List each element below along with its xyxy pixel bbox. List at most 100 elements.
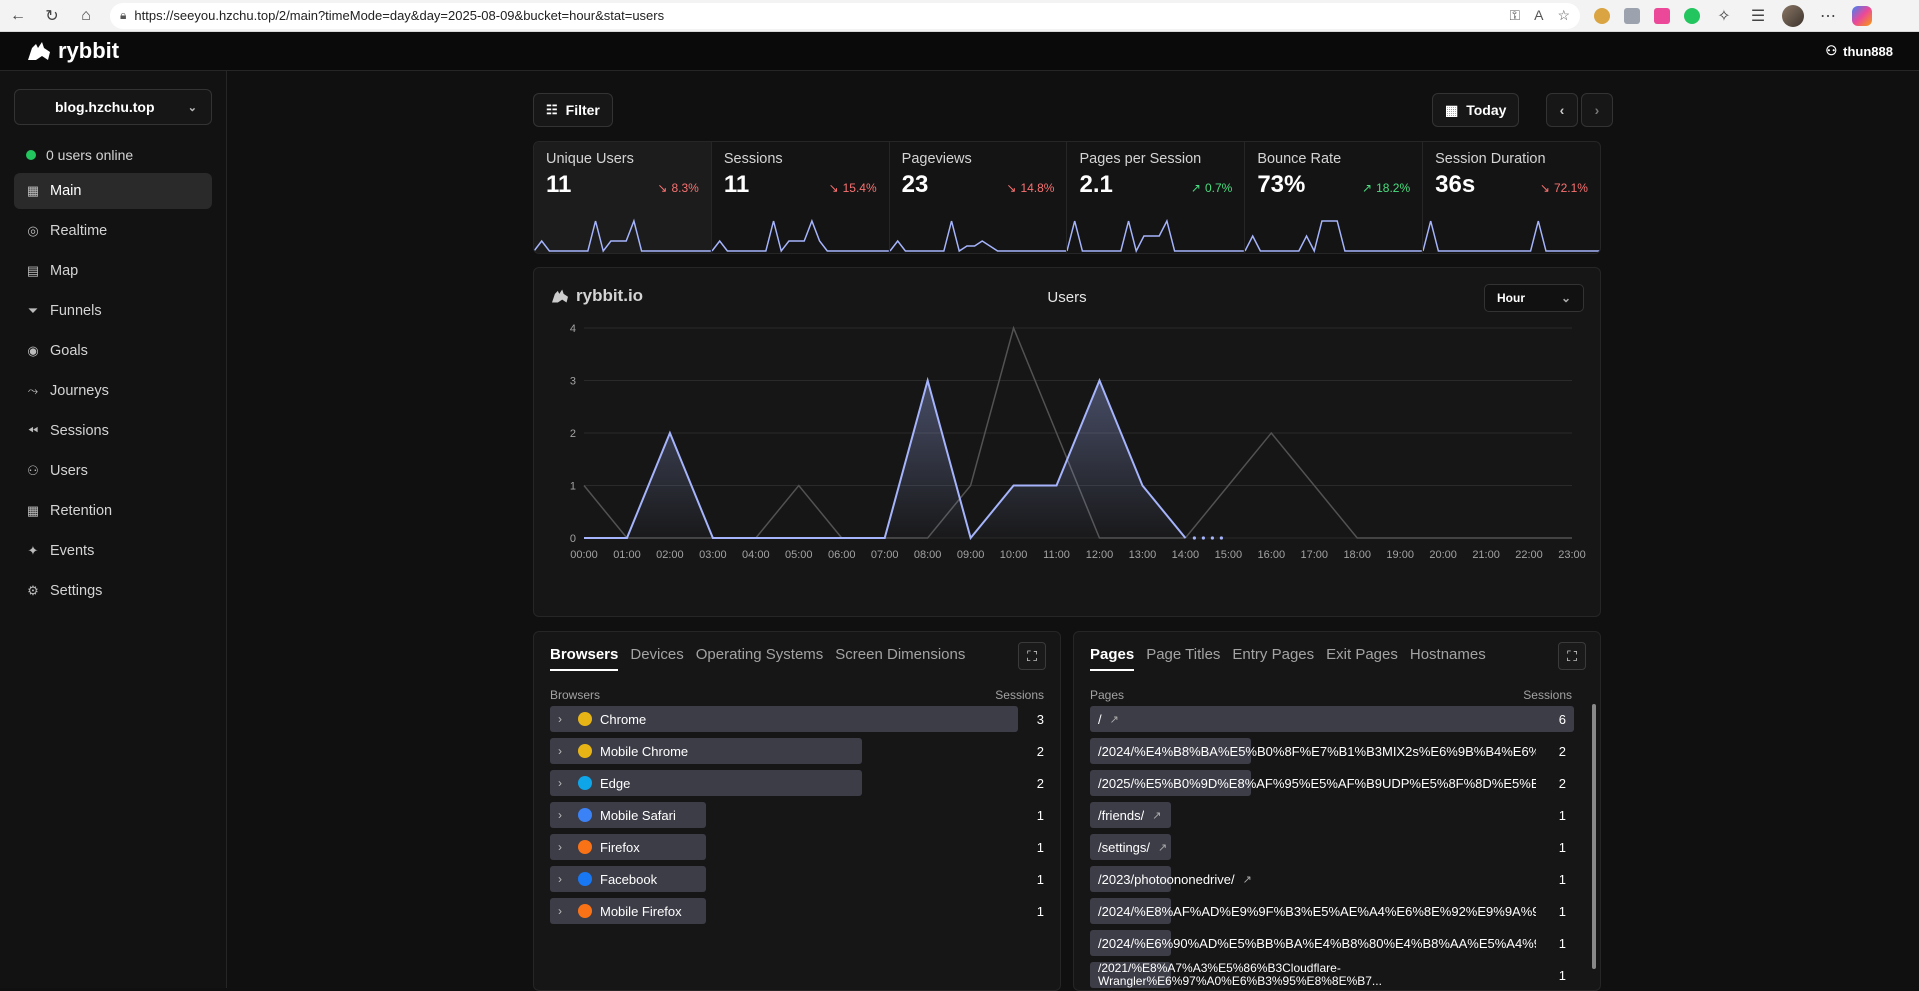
row-content: › Mobile Chrome bbox=[550, 744, 1014, 759]
sidebar-item-goals[interactable]: ◉ Goals bbox=[14, 333, 212, 369]
chevron-down-icon: ⌄ bbox=[187, 101, 197, 114]
user-menu[interactable]: ⚇ thun888 bbox=[1826, 43, 1894, 59]
more-menu-icon[interactable]: ⋯ bbox=[1818, 6, 1838, 26]
stat-card-sessions[interactable]: Sessions 11 ↘ 15.4% bbox=[711, 142, 890, 253]
filter-button[interactable]: ☷ Filter bbox=[533, 93, 613, 127]
column-header-sessions: Sessions bbox=[995, 688, 1044, 702]
stat-card-bounce-rate[interactable]: Bounce Rate 73% ↗ 18.2% bbox=[1245, 142, 1424, 253]
chevron-right-icon[interactable]: › bbox=[558, 744, 570, 758]
users-line-chart[interactable]: 0 1 2 3 4 00:00 01:00 02:00 03:00 04:00 05:00 06:00… bbox=[534, 308, 1602, 613]
tab-page-titles[interactable]: Page Titles bbox=[1146, 646, 1220, 671]
chevron-right-icon[interactable]: › bbox=[558, 776, 570, 790]
brand-logo[interactable]: rybbit bbox=[26, 38, 119, 64]
favorites-icon[interactable]: ☰ bbox=[1748, 6, 1768, 26]
y-tick-label: 3 bbox=[570, 376, 576, 388]
tab-screen-dimensions[interactable]: Screen Dimensions bbox=[835, 646, 965, 671]
chevron-right-icon[interactable]: › bbox=[558, 840, 570, 854]
stat-value: 23 bbox=[901, 171, 929, 198]
list-item[interactable]: /2021/%E8%A7%A3%E5%86%B3Cloudflare-Wrang… bbox=[1090, 962, 1572, 988]
sidebar-item-funnels[interactable]: ⏷ Funnels bbox=[14, 293, 212, 329]
external-link-icon[interactable]: ↗ bbox=[1110, 713, 1119, 726]
route-icon: ⤳ bbox=[27, 383, 39, 398]
session-count: 1 bbox=[1036, 871, 1044, 887]
sidebar-item-main[interactable]: ▦ Main bbox=[14, 173, 212, 209]
scrollbar-thumb[interactable] bbox=[1592, 704, 1596, 969]
main-area: ☷ Filter ▦ Today ‹ › Unique Users 11 ↘ 8.3%… bbox=[228, 71, 1900, 991]
favorite-star-icon[interactable]: ☆ bbox=[1557, 7, 1570, 24]
browser-name: Firefox bbox=[600, 839, 640, 855]
list-item[interactable]: › Mobile Chrome 2 bbox=[550, 738, 1044, 764]
list-item[interactable]: › Chrome 3 bbox=[550, 706, 1044, 732]
tab-hostnames[interactable]: Hostnames bbox=[1410, 646, 1486, 671]
expand-button[interactable]: ⛶ bbox=[1018, 642, 1046, 670]
profile-avatar[interactable] bbox=[1782, 4, 1804, 27]
tab-exit-pages[interactable]: Exit Pages bbox=[1326, 646, 1398, 671]
list-item[interactable]: › Firefox 1 bbox=[550, 834, 1044, 860]
copilot-icon[interactable] bbox=[1852, 5, 1872, 26]
list-item[interactable]: /friends/ ↗ 1 bbox=[1090, 802, 1572, 828]
funnel-icon: ⏷ bbox=[27, 303, 39, 318]
chevron-right-icon[interactable]: › bbox=[558, 904, 570, 918]
reload-icon[interactable]: ↻ bbox=[42, 6, 62, 26]
stat-card-session-duration[interactable]: Session Duration 36s ↘ 72.1% bbox=[1423, 142, 1600, 253]
next-day-button[interactable]: › bbox=[1581, 93, 1613, 127]
date-label: Today bbox=[1466, 102, 1507, 118]
site-info-icon[interactable]: 🔒︎ bbox=[120, 8, 126, 23]
list-item[interactable]: › Facebook 1 bbox=[550, 866, 1044, 892]
list-item[interactable]: /2023/photoononedrive/ ↗ 1 bbox=[1090, 866, 1572, 892]
sidebar-item-settings[interactable]: ⚙ Settings bbox=[14, 573, 212, 609]
extension-globe-icon[interactable] bbox=[1684, 7, 1700, 24]
sidebar-item-events[interactable]: ✦ Events bbox=[14, 533, 212, 569]
address-bar[interactable]: 🔒︎ https://seeyou.hzchu.top/2/main?timeM… bbox=[110, 2, 1580, 29]
tab-devices[interactable]: Devices bbox=[630, 646, 683, 671]
page-path: /2021/%E8%A7%A3%E5%86%B3Cloudflare-Wrang… bbox=[1098, 962, 1382, 988]
chevron-right-icon[interactable]: › bbox=[558, 872, 570, 886]
list-item[interactable]: /2024/%E4%B8%BA%E5%B0%8F%E7%B1%B3MIX2s%E… bbox=[1090, 738, 1572, 764]
sidebar-item-users[interactable]: ⚇ Users bbox=[14, 453, 212, 489]
list-item[interactable]: › Mobile Safari 1 bbox=[550, 802, 1044, 828]
sidebar-item-journeys[interactable]: ⤳ Journeys bbox=[14, 373, 212, 409]
extension-pink-icon[interactable] bbox=[1654, 7, 1670, 24]
list-item[interactable]: /2025/%E5%B0%9D%E8%AF%95%E5%AF%B9UDP%E5%… bbox=[1090, 770, 1572, 796]
stat-card-unique-users[interactable]: Unique Users 11 ↘ 8.3% bbox=[534, 142, 712, 253]
external-link-icon[interactable]: ↗ bbox=[1152, 809, 1161, 822]
tab-operating-systems[interactable]: Operating Systems bbox=[696, 646, 824, 671]
extension-cookie-icon[interactable] bbox=[1594, 7, 1610, 24]
tab-pages[interactable]: Pages bbox=[1090, 646, 1135, 671]
tab-browsers[interactable]: Browsers bbox=[550, 646, 619, 671]
sparkline bbox=[889, 220, 1067, 253]
sidebar-item-retention[interactable]: ▦ Retention bbox=[14, 493, 212, 529]
list-item[interactable]: /2024/%E8%AF%AD%E9%9F%B3%E5%AE%A4%E6%8E%… bbox=[1090, 898, 1572, 924]
date-picker-button[interactable]: ▦ Today bbox=[1432, 93, 1520, 127]
list-item[interactable]: /2024/%E6%90%AD%E5%BB%BA%E4%B8%80%E4%B8%… bbox=[1090, 930, 1572, 956]
extension-window-icon[interactable] bbox=[1624, 7, 1640, 24]
external-link-icon[interactable]: ↗ bbox=[1158, 841, 1167, 854]
key-icon[interactable]: ⚿ bbox=[1509, 7, 1520, 24]
column-header-sessions: Sessions bbox=[1523, 688, 1572, 702]
url-text[interactable]: https://seeyou.hzchu.top/2/main?timeMode… bbox=[134, 8, 1501, 23]
app-header: rybbit ⚇ thun888 bbox=[0, 32, 1919, 71]
scrollbar[interactable] bbox=[1590, 692, 1596, 980]
tab-entry-pages[interactable]: Entry Pages bbox=[1232, 646, 1314, 671]
sidebar-item-realtime[interactable]: ◎ Realtime bbox=[14, 213, 212, 249]
back-icon[interactable]: ← bbox=[8, 6, 28, 26]
trending-down-icon: ↘ bbox=[1006, 181, 1017, 195]
list-item[interactable]: › Mobile Firefox 1 bbox=[550, 898, 1044, 924]
list-header: Pages Sessions bbox=[1090, 688, 1572, 702]
expand-button[interactable]: ⛶ bbox=[1558, 642, 1586, 670]
chevron-right-icon[interactable]: › bbox=[558, 712, 570, 726]
list-item[interactable]: / ↗ 6 bbox=[1090, 706, 1574, 732]
list-item[interactable]: › Edge 2 bbox=[550, 770, 1044, 796]
home-icon[interactable]: ⌂ bbox=[76, 6, 96, 26]
stat-card-pages-per-session[interactable]: Pages per Session 2.1 ↗ 0.7% bbox=[1067, 142, 1246, 253]
list-item[interactable]: /settings/ ↗ 1 bbox=[1090, 834, 1572, 860]
stat-card-pageviews[interactable]: Pageviews 23 ↘ 14.8% bbox=[889, 142, 1068, 253]
sidebar-item-map[interactable]: ▤ Map bbox=[14, 253, 212, 289]
translate-icon[interactable]: A bbox=[1534, 7, 1543, 24]
sidebar-item-sessions[interactable]: ⏪︎ Sessions bbox=[14, 413, 212, 449]
extensions-puzzle-icon[interactable]: ✧ bbox=[1714, 6, 1734, 26]
external-link-icon[interactable]: ↗ bbox=[1243, 873, 1252, 886]
chevron-right-icon[interactable]: › bbox=[558, 808, 570, 822]
previous-day-button[interactable]: ‹ bbox=[1546, 93, 1578, 127]
site-selector[interactable]: blog.hzchu.top ⌄ bbox=[14, 89, 212, 125]
